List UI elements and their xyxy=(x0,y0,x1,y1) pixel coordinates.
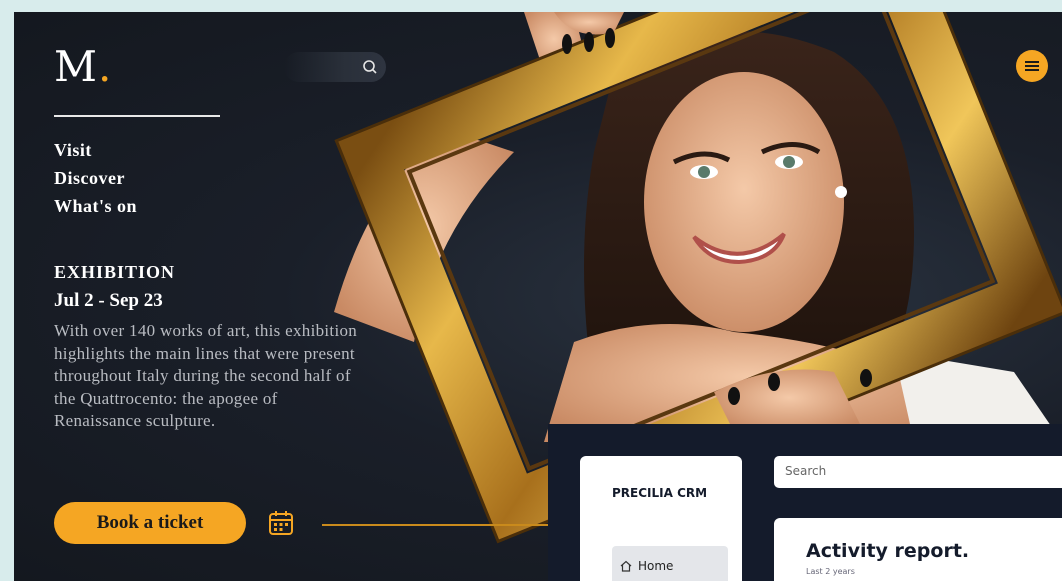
exhibition-dates: Jul 2 - Sep 23 xyxy=(54,290,163,311)
book-ticket-button[interactable]: Book a ticket xyxy=(54,502,246,544)
crm-brand: PRECILIA CRM xyxy=(612,486,708,500)
nav-item-discover[interactable]: Discover xyxy=(54,164,137,192)
crm-preview: PRECILIA CRM Home Search Activity report… xyxy=(548,424,1062,581)
home-icon xyxy=(620,560,632,572)
sidebar-item-label: Home xyxy=(638,559,674,573)
report-subtitle: Last 2 years xyxy=(806,567,855,576)
accent-line xyxy=(322,524,552,526)
crm-main-panel: Activity report. Last 2 years xyxy=(774,518,1062,581)
crm-search-input[interactable]: Search xyxy=(774,456,1062,488)
exhibition-description: With over 140 works of art, this exhibit… xyxy=(54,321,358,431)
museum-logo[interactable]: M. xyxy=(54,42,112,91)
report-title: Activity report. xyxy=(806,540,970,562)
nav-item-whats-on[interactable]: What's on xyxy=(54,192,137,220)
logo-divider xyxy=(54,115,220,117)
search-icon xyxy=(363,60,377,74)
menu-button[interactable] xyxy=(1016,50,1048,82)
nav-item-visit[interactable]: Visit xyxy=(54,136,137,164)
exhibition-label: EXHIBITION xyxy=(54,262,176,282)
main-nav: Visit Discover What's on xyxy=(54,136,137,220)
calendar-icon[interactable] xyxy=(268,510,294,536)
sidebar-item-home[interactable]: Home xyxy=(612,546,728,581)
hamburger-icon xyxy=(1025,61,1039,71)
search-button[interactable] xyxy=(284,52,386,82)
crm-sidebar: PRECILIA CRM Home xyxy=(580,456,742,581)
